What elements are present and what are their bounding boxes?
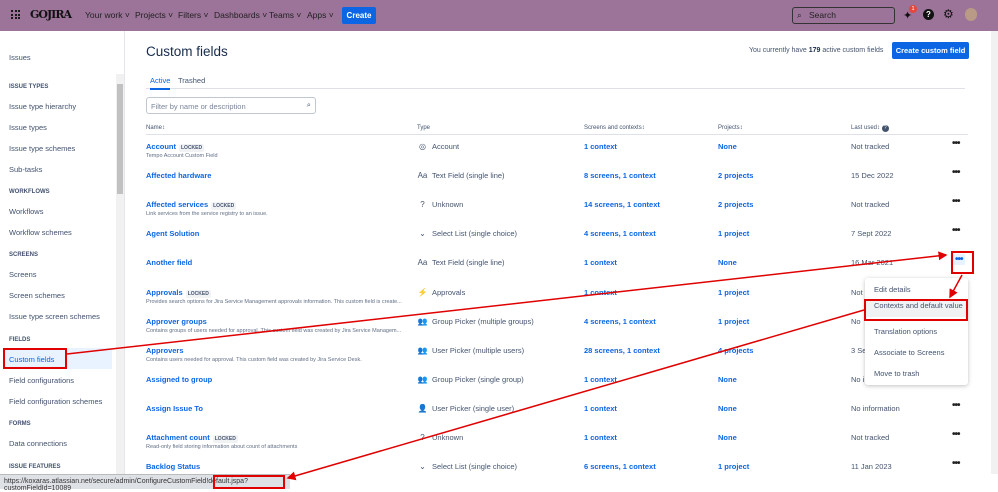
annotation-arrows bbox=[66, 251, 963, 481]
arrow-to-actions bbox=[66, 251, 948, 355]
arrow-to-menu-item bbox=[949, 274, 963, 299]
arrow-to-field-id bbox=[286, 309, 865, 481]
